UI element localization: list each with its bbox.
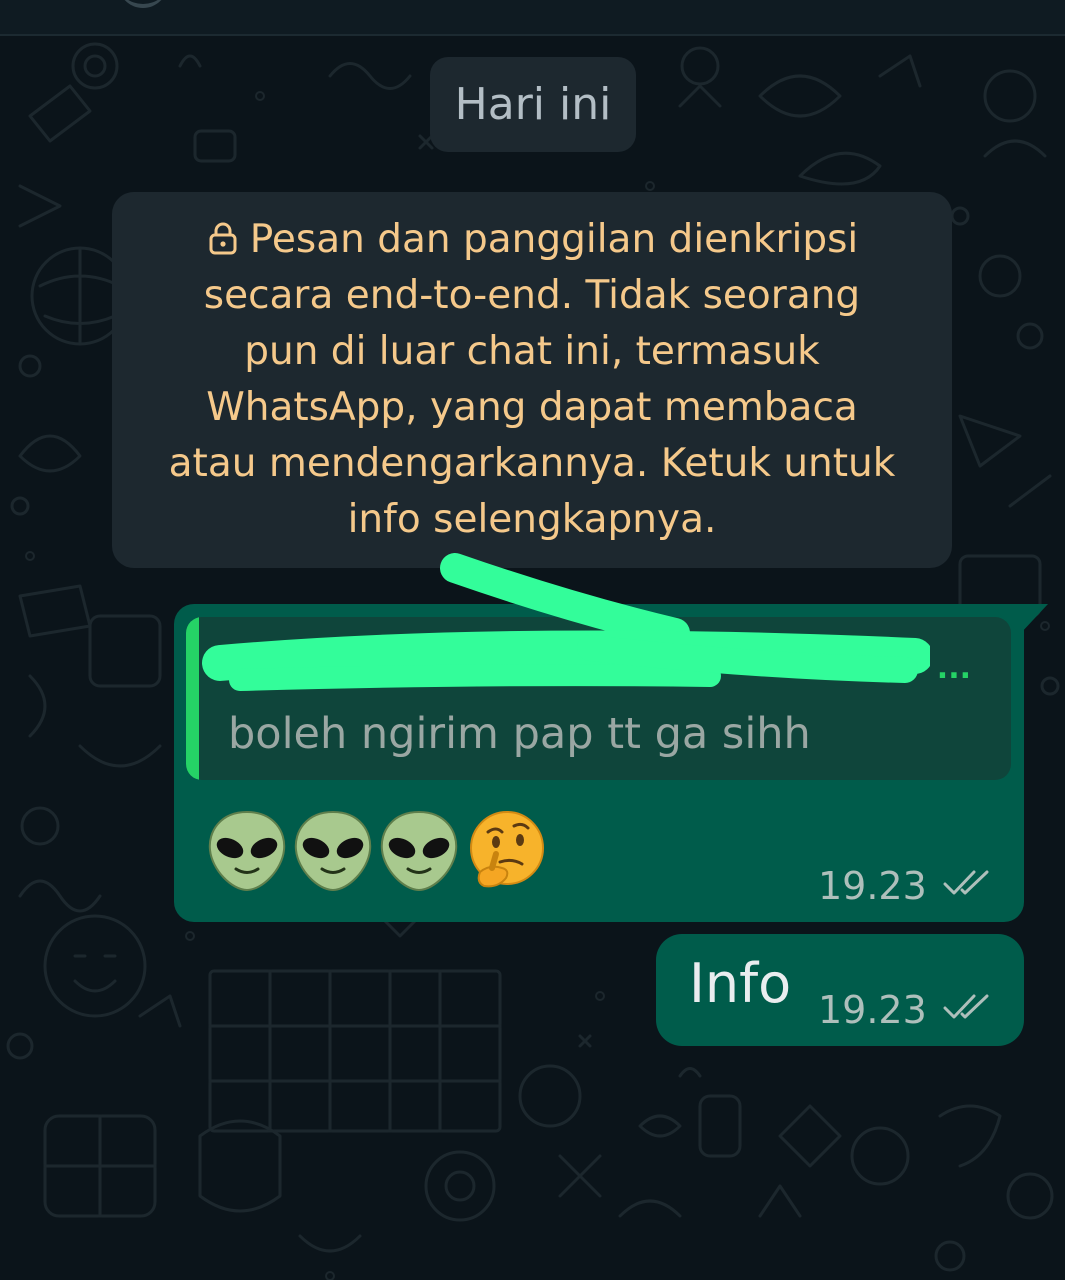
emoji-message (204, 806, 548, 894)
encryption-notice-line: pun di luar chat ini, termasuk (244, 329, 820, 374)
quoted-text: boleh ngirim pap tt ga sihh (228, 709, 811, 759)
encryption-notice[interactable]: Pesan dan panggilan dienkripsi secara en… (112, 192, 952, 568)
message-text: Info (689, 952, 792, 1015)
alien-emoji-icon (208, 810, 286, 892)
encryption-notice-line: atau mendengarkannya. Ketuk untuk (168, 441, 896, 486)
alien-emoji-icon (294, 810, 372, 892)
double-check-icon (943, 994, 989, 1019)
lock-icon (209, 222, 237, 255)
encryption-notice-line: info selengkapnya. (347, 497, 717, 542)
thinking-face-emoji-icon (470, 811, 544, 888)
redaction-scribble (202, 553, 930, 691)
message-time: 19.23 (818, 988, 927, 1032)
encryption-notice-line: WhatsApp, yang dapat membaca (206, 385, 858, 430)
avatar-edge (118, 0, 168, 8)
alien-emoji-icon (380, 810, 458, 892)
encryption-notice-line: Pesan dan panggilan dienkripsi (142, 212, 922, 268)
message-time: 19.23 (818, 864, 927, 908)
encryption-notice-line: secara end-to-end. Tidak seorang (203, 273, 861, 318)
double-check-icon (943, 870, 989, 895)
date-chip: Hari ini (430, 57, 636, 152)
top-app-bar (0, 0, 1065, 34)
